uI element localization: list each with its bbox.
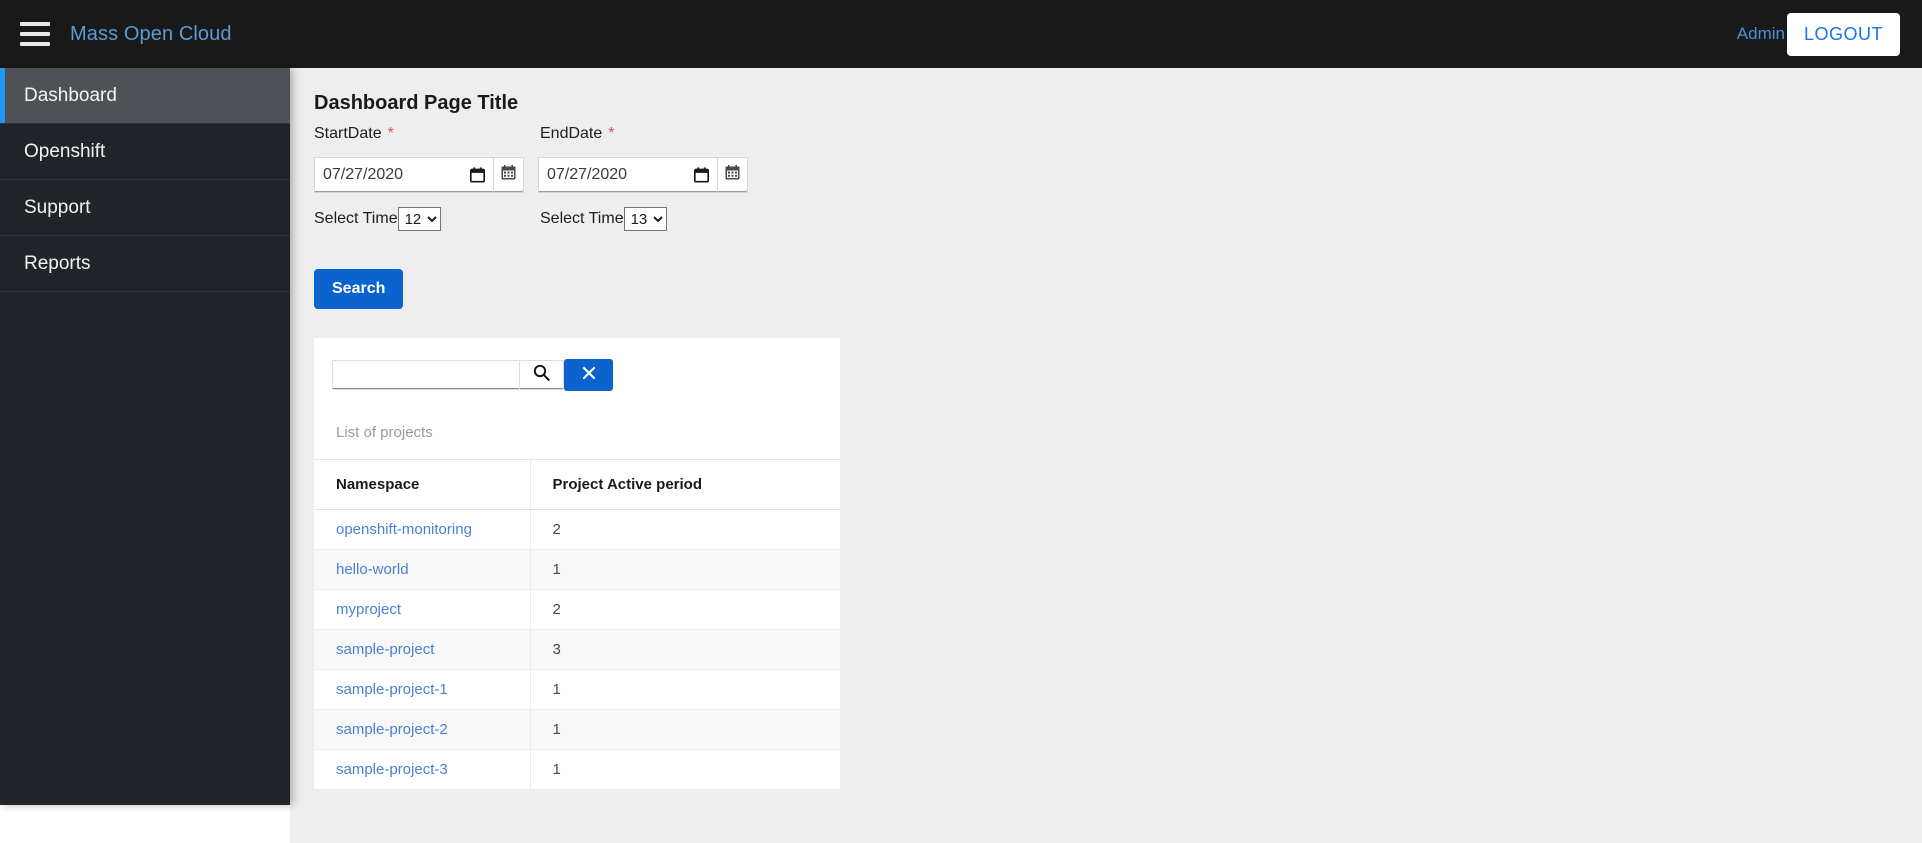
table-cell-active-period: 1 xyxy=(530,749,840,790)
start-date-value: 07/27/2020 xyxy=(323,166,404,183)
table-cell-namespace: sample-project xyxy=(314,629,531,670)
start-date-calendar-button[interactable] xyxy=(493,157,524,193)
hamburger-bar xyxy=(20,32,50,36)
start-time-select[interactable]: 12 xyxy=(397,207,441,231)
start-date-label: StartDate * xyxy=(314,125,394,143)
end-date-input[interactable]: 07/27/2020 xyxy=(538,157,717,193)
table-cell-active-period: 1 xyxy=(530,709,840,750)
main-content: Dashboard Page Title StartDate * EndDate *… xyxy=(290,68,1922,843)
namespace-link[interactable]: openshift-monitoring xyxy=(336,521,472,538)
table-cell-active-period: 3 xyxy=(530,629,840,670)
start-time-group: Select Time 12 xyxy=(314,207,441,231)
end-time-group: Select Time 13 xyxy=(540,207,667,231)
sidebar-item-reports[interactable]: Reports xyxy=(0,236,290,292)
projects-table: Namespace Project Active period openshif… xyxy=(314,459,840,790)
hamburger-bar xyxy=(20,22,50,26)
calendar-grid-icon xyxy=(501,165,516,185)
select-time-row: Select Time 12 Select Time 13 xyxy=(314,207,1922,233)
sidebar-item-openshift[interactable]: Openshift xyxy=(0,124,290,180)
date-group-spacer xyxy=(524,157,538,193)
sidebar-item-dashboard[interactable]: Dashboard xyxy=(0,68,290,124)
filter-search-input[interactable] xyxy=(332,360,519,390)
end-date-group: 07/27/2020 xyxy=(538,157,748,193)
sidebar-item-label: Support xyxy=(24,196,91,218)
table-cell-namespace: hello-world xyxy=(314,549,531,590)
projects-table-head: Namespace Project Active period xyxy=(314,459,840,510)
table-row: myproject 2 xyxy=(314,589,840,630)
table-cell-namespace: sample-project-2 xyxy=(314,709,531,750)
sidebar-item-label: Dashboard xyxy=(24,84,117,106)
table-cell-namespace: myproject xyxy=(314,589,531,630)
table-row: sample-project 3 xyxy=(314,629,840,670)
search-button[interactable]: Search xyxy=(314,269,404,309)
end-date-calendar-button[interactable] xyxy=(717,157,748,193)
required-asterisk: * xyxy=(387,125,394,142)
namespace-link[interactable]: hello-world xyxy=(336,561,409,578)
end-date-label: EndDate * xyxy=(540,125,615,143)
filter-search-button[interactable] xyxy=(519,360,564,390)
end-date-value: 07/27/2020 xyxy=(547,166,628,183)
hamburger-menu-icon[interactable] xyxy=(20,22,50,46)
namespace-link[interactable]: sample-project-1 xyxy=(336,681,448,698)
table-cell-active-period: 1 xyxy=(530,549,840,590)
table-row: sample-project-2 1 xyxy=(314,709,840,750)
namespace-link[interactable]: sample-project xyxy=(336,641,434,658)
filter-row xyxy=(332,359,613,391)
table-cell-active-period: 2 xyxy=(530,589,840,630)
table-cell-namespace: sample-project-1 xyxy=(314,669,531,710)
table-row: sample-project-3 1 xyxy=(314,749,840,790)
table-header-row: Namespace Project Active period xyxy=(314,459,840,510)
results-card: List of projects Namespace Project Activ… xyxy=(314,338,840,790)
namespace-link[interactable]: sample-project-2 xyxy=(336,721,448,738)
column-header-active-period[interactable]: Project Active period xyxy=(530,459,840,510)
magnifier-icon xyxy=(533,364,550,386)
table-cell-active-period: 2 xyxy=(530,509,840,550)
table-cell-active-period: 1 xyxy=(530,669,840,710)
start-time-label: Select Time xyxy=(314,210,398,227)
start-date-input[interactable]: 07/27/2020 xyxy=(314,157,493,193)
table-row: sample-project-1 1 xyxy=(314,669,840,710)
start-date-label-text: StartDate xyxy=(314,125,382,142)
table-caption: List of projects xyxy=(336,424,433,441)
column-header-namespace[interactable]: Namespace xyxy=(314,459,531,510)
hamburger-bar xyxy=(20,42,50,46)
table-row: openshift-monitoring 2 xyxy=(314,509,840,550)
top-app-bar: Mass Open Cloud Admin LOGOUT xyxy=(0,0,1922,68)
start-date-group: 07/27/2020 xyxy=(314,157,524,193)
date-inputs-row: 07/27/2020 07/27/2020 xyxy=(314,157,752,193)
page-title: Dashboard Page Title xyxy=(314,92,519,114)
sidebar-nav: Dashboard Openshift Support Reports xyxy=(0,68,290,805)
calendar-outline-icon[interactable] xyxy=(469,167,486,183)
sidebar-item-label: Reports xyxy=(24,252,91,274)
sidebar-item-label: Openshift xyxy=(24,140,106,162)
date-labels-row: StartDate * EndDate * xyxy=(314,125,1922,147)
table-row: hello-world 1 xyxy=(314,549,840,590)
filter-clear-button[interactable] xyxy=(564,359,613,391)
table-cell-namespace: openshift-monitoring xyxy=(314,509,531,550)
end-date-label-text: EndDate xyxy=(540,125,603,142)
required-asterisk: * xyxy=(608,125,615,142)
namespace-link[interactable]: myproject xyxy=(336,601,401,618)
table-cell-namespace: sample-project-3 xyxy=(314,749,531,790)
logout-button[interactable]: LOGOUT xyxy=(1786,12,1900,56)
end-time-label: Select Time xyxy=(540,210,624,227)
namespace-link[interactable]: sample-project-3 xyxy=(336,761,448,778)
close-x-icon xyxy=(581,364,597,387)
projects-table-body: openshift-monitoring 2 hello-world 1 myp… xyxy=(314,509,840,790)
admin-user-label: Admin xyxy=(1736,24,1785,43)
calendar-grid-icon xyxy=(725,165,740,185)
end-time-select[interactable]: 13 xyxy=(623,207,667,231)
sidebar-item-support[interactable]: Support xyxy=(0,180,290,236)
calendar-outline-icon[interactable] xyxy=(693,167,710,183)
appbar-right-group: Admin LOGOUT xyxy=(1736,12,1922,56)
brand-title[interactable]: Mass Open Cloud xyxy=(70,23,232,46)
